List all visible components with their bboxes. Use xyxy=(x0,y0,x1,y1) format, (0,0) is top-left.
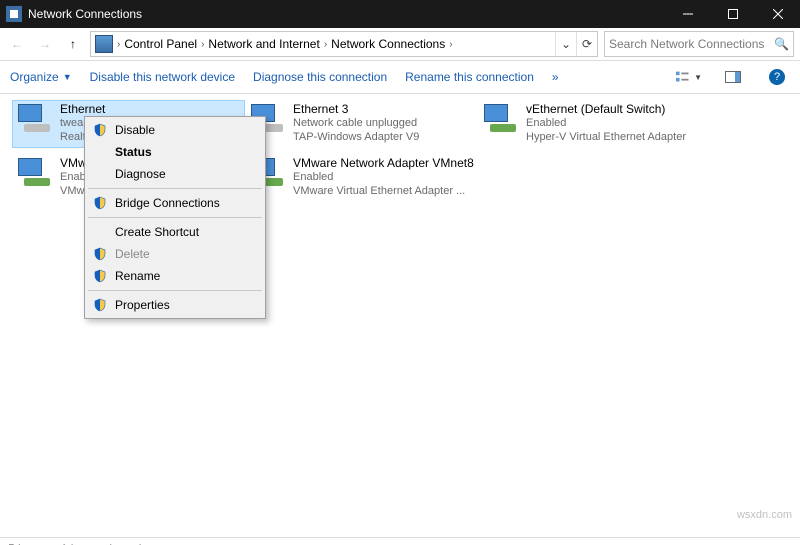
maximize-button[interactable] xyxy=(710,0,755,28)
shield-icon xyxy=(93,247,107,261)
content-area[interactable]: Ethernet tweaking.in 4 Realtek Ethernet … xyxy=(0,94,800,537)
shield-icon xyxy=(93,269,107,283)
organize-button[interactable]: Organize▼ xyxy=(10,70,72,84)
context-menu: Disable Status Diagnose Bridge Connectio… xyxy=(84,116,266,319)
menu-delete[interactable]: Delete xyxy=(87,243,263,265)
control-panel-icon xyxy=(95,35,113,53)
adapter-item-vmnet8[interactable]: VMware Network Adapter VMnet8 Enabled VM… xyxy=(245,154,478,202)
adapter-item-ethernet3[interactable]: Ethernet 3 Network cable unplugged TAP-W… xyxy=(245,100,478,148)
menu-rename[interactable]: Rename xyxy=(87,265,263,287)
adapter-name: VMware Network Adapter VMnet8 xyxy=(293,156,474,170)
toolbar-overflow-button[interactable]: » xyxy=(552,70,559,84)
preview-pane-button[interactable] xyxy=(720,71,746,83)
crumb-control-panel[interactable]: Control Panel xyxy=(120,32,201,56)
menu-bridge[interactable]: Bridge Connections xyxy=(87,192,263,214)
network-adapter-icon xyxy=(16,156,54,194)
shield-icon xyxy=(93,123,107,137)
menu-status[interactable]: Status xyxy=(87,141,263,163)
shield-icon xyxy=(93,196,107,210)
up-button[interactable]: ↑ xyxy=(62,33,84,55)
menu-separator xyxy=(88,290,262,291)
adapter-status: Network cable unplugged xyxy=(293,116,419,130)
adapter-name: Ethernet xyxy=(60,102,124,116)
crumb-network-internet[interactable]: Network and Internet xyxy=(204,32,323,56)
view-options-button[interactable]: ▼ xyxy=(676,71,702,83)
menu-separator xyxy=(88,217,262,218)
disable-device-button[interactable]: Disable this network device xyxy=(90,70,235,84)
adapter-name: vEthernet (Default Switch) xyxy=(526,102,686,116)
help-button[interactable]: ? xyxy=(764,69,790,85)
watermark: wsxdn.com xyxy=(737,509,792,521)
adapter-detail: TAP-Windows Adapter V9 xyxy=(293,130,419,144)
network-adapter-icon xyxy=(16,102,54,140)
command-bar: Organize▼ Disable this network device Di… xyxy=(0,61,800,94)
adapter-name: Ethernet 3 xyxy=(293,102,419,116)
search-icon: 🔍 xyxy=(774,37,789,51)
close-button[interactable] xyxy=(755,0,800,28)
menu-create-shortcut[interactable]: Create Shortcut xyxy=(87,221,263,243)
status-bar: 5 items 1 item selected xyxy=(0,537,800,545)
breadcrumb[interactable]: › Control Panel › Network and Internet ›… xyxy=(90,31,598,57)
address-bar-row: ← → ↑ › Control Panel › Network and Inte… xyxy=(0,28,800,61)
back-button[interactable]: ← xyxy=(6,33,28,55)
refresh-button[interactable]: ⟳ xyxy=(576,32,597,56)
menu-properties[interactable]: Properties xyxy=(87,294,263,316)
addr-dropdown-button[interactable]: ⌄ xyxy=(555,32,576,56)
diagnose-button[interactable]: Diagnose this connection xyxy=(253,70,387,84)
adapter-status: Enabled xyxy=(526,116,686,130)
titlebar: Network Connections xyxy=(0,0,800,28)
menu-separator xyxy=(88,188,262,189)
adapter-detail: VMware Virtual Ethernet Adapter ... xyxy=(293,184,474,198)
crumb-network-connections[interactable]: Network Connections xyxy=(327,32,449,56)
app-icon xyxy=(6,6,22,22)
network-adapter-icon xyxy=(482,102,520,140)
chevron-down-icon: ▼ xyxy=(63,72,72,82)
shield-icon xyxy=(93,298,107,312)
minimize-button[interactable] xyxy=(665,0,710,28)
rename-connection-button[interactable]: Rename this connection xyxy=(405,70,534,84)
window-title: Network Connections xyxy=(28,7,665,21)
chevron-right-icon[interactable]: › xyxy=(449,39,452,50)
adapter-detail: Hyper-V Virtual Ethernet Adapter xyxy=(526,130,686,144)
forward-button[interactable]: → xyxy=(34,33,56,55)
adapter-status: Enabled xyxy=(293,170,474,184)
menu-disable[interactable]: Disable xyxy=(87,119,263,141)
menu-diagnose[interactable]: Diagnose xyxy=(87,163,263,185)
search-input[interactable]: Search Network Connections 🔍 xyxy=(604,31,794,57)
adapter-item-vethernet[interactable]: vEthernet (Default Switch) Enabled Hyper… xyxy=(478,100,711,148)
search-placeholder: Search Network Connections xyxy=(609,37,774,51)
